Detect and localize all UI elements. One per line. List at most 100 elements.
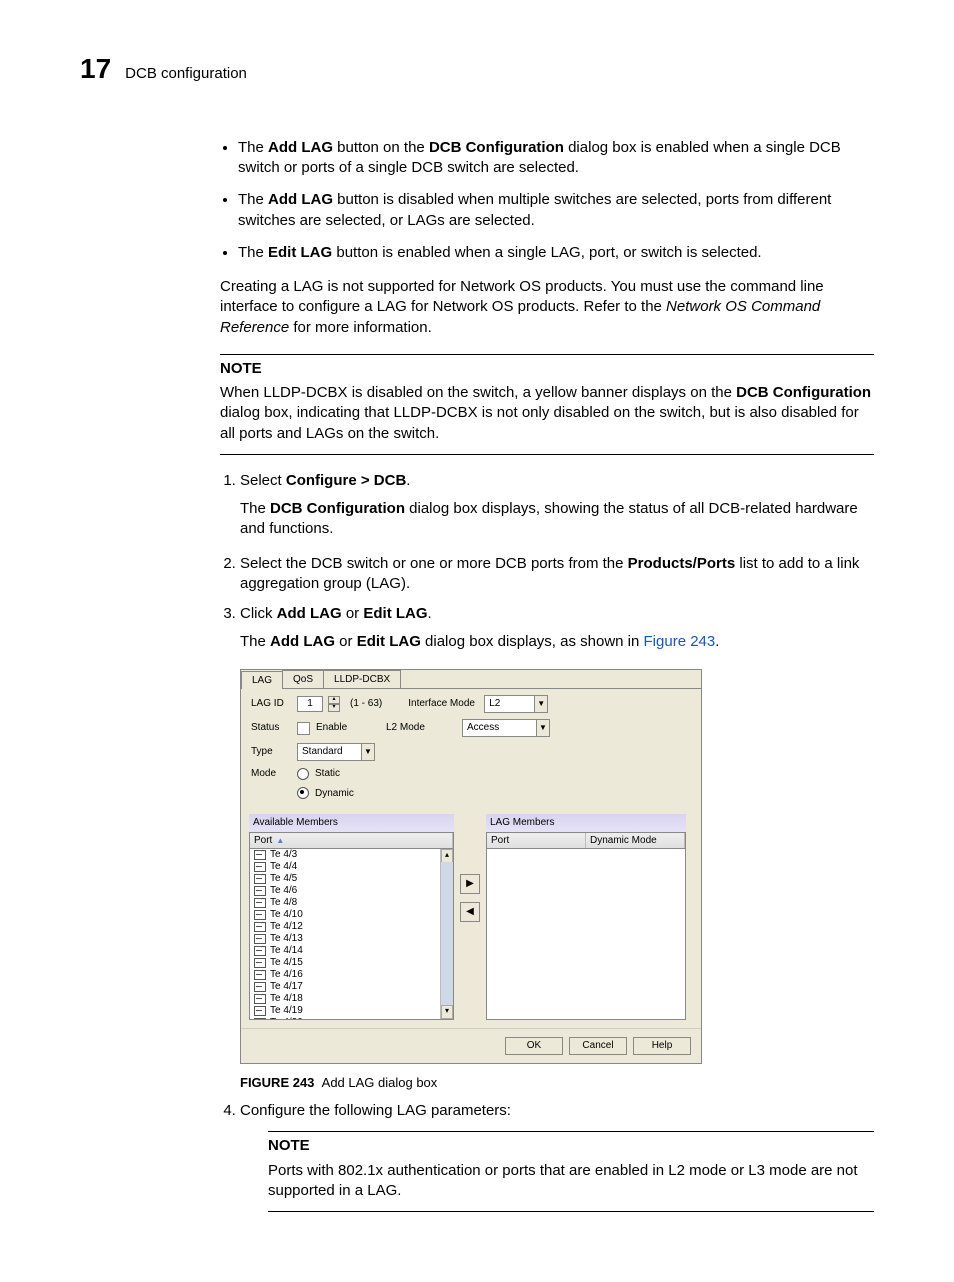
transfer-buttons: ▶ ◀ [460, 814, 480, 922]
port-icon [254, 886, 266, 896]
port-icon [254, 850, 266, 860]
list-item[interactable]: Te 4/20 [250, 1017, 453, 1020]
lag-members-box: LAG Members Port Dynamic Mode [486, 814, 686, 1020]
port-icon [254, 982, 266, 992]
tab-lag[interactable]: LAG [241, 671, 283, 690]
type-label: Type [251, 745, 291, 759]
scroll-up-icon[interactable]: ▴ [441, 849, 453, 863]
list-item[interactable]: Te 4/3 [250, 849, 453, 861]
mode-static-label: Static [315, 767, 340, 781]
mode-dynamic-radio[interactable] [297, 787, 309, 799]
list-item[interactable]: Te 4/18 [250, 993, 453, 1005]
mode-dynamic-label: Dynamic [315, 787, 354, 801]
lag-members-title: LAG Members [486, 814, 686, 832]
note-1-label: NOTE [220, 359, 874, 379]
iface-mode-label: Interface Mode [408, 697, 478, 711]
note-2-body: Ports with 802.1x authentication or port… [268, 1161, 874, 1202]
help-button[interactable]: Help [633, 1037, 691, 1055]
list-item[interactable]: Te 4/8 [250, 897, 453, 909]
step-4: Configure the following LAG parameters: … [240, 1101, 874, 1212]
port-icon [254, 994, 266, 1004]
add-lag-dialog: LAG QoS LLDP-DCBX LAG ID 1 ▴▾ (1 - 63) I… [240, 669, 702, 1064]
content: The Add LAG button on the DCB Configurat… [220, 138, 874, 1212]
cancel-button[interactable]: Cancel [569, 1037, 627, 1055]
step-1-sub: The DCB Configuration dialog box display… [240, 499, 874, 540]
step-2: Select the DCB switch or one or more DCB… [240, 554, 874, 595]
chevron-down-icon: ▼ [534, 696, 547, 712]
available-members-header: Port▲ [249, 832, 454, 849]
list-item[interactable]: Te 4/19 [250, 1005, 453, 1017]
available-members-list[interactable]: Te 4/3Te 4/4Te 4/5Te 4/6Te 4/8Te 4/10Te … [249, 848, 454, 1020]
port-icon [254, 970, 266, 980]
list-item[interactable]: Te 4/5 [250, 873, 453, 885]
port-icon [254, 958, 266, 968]
step-3: Click Add LAG or Edit LAG. The Add LAG o… [240, 604, 874, 1091]
dialog-tabs: LAG QoS LLDP-DCBX [241, 670, 701, 690]
note2-rule-top [268, 1131, 874, 1132]
step-1: Select Configure > DCB. The DCB Configur… [240, 471, 874, 540]
lag-members-header: Port Dynamic Mode [486, 832, 686, 849]
lag-id-spinner[interactable]: ▴▾ [328, 696, 340, 712]
list-item[interactable]: Te 4/4 [250, 861, 453, 873]
list-item[interactable]: Te 4/13 [250, 933, 453, 945]
available-port-col[interactable]: Port▲ [250, 833, 453, 849]
note-2: NOTE Ports with 802.1x authentication or… [268, 1131, 874, 1212]
intro-paragraph: Creating a LAG is not supported for Netw… [220, 277, 874, 338]
page-header: 17 DCB configuration [80, 50, 874, 88]
note-rule-top [220, 354, 874, 355]
move-left-button[interactable]: ◀ [460, 902, 480, 922]
iface-mode-select[interactable]: L2 ▼ [484, 695, 548, 713]
ok-button[interactable]: OK [505, 1037, 563, 1055]
sort-asc-icon: ▲ [276, 836, 284, 845]
steps: Select Configure > DCB. The DCB Configur… [220, 471, 874, 1212]
chevron-down-icon: ▼ [361, 744, 374, 760]
bullet-2: The Add LAG button is disabled when mult… [238, 190, 874, 231]
list-item[interactable]: Te 4/6 [250, 885, 453, 897]
status-label: Status [251, 721, 291, 735]
lag-port-col[interactable]: Port [487, 833, 586, 849]
available-members-box: Available Members Port▲ Te 4/3Te 4/4Te 4… [249, 814, 454, 1020]
page-title: DCB configuration [125, 64, 247, 84]
port-icon [254, 946, 266, 956]
scrollbar[interactable]: ▴ ▾ [440, 849, 453, 1019]
lag-id-label: LAG ID [251, 697, 291, 711]
lag-id-range: (1 - 63) [350, 697, 382, 711]
lag-dynmode-col[interactable]: Dynamic Mode [586, 833, 685, 849]
chevron-down-icon: ▼ [536, 720, 549, 736]
port-icon [254, 862, 266, 872]
lists-row: Available Members Port▲ Te 4/3Te 4/4Te 4… [241, 814, 701, 1028]
list-item[interactable]: Te 4/14 [250, 945, 453, 957]
list-item[interactable]: Te 4/10 [250, 909, 453, 921]
port-icon [254, 1006, 266, 1016]
figure-caption: FIGURE 243 Add LAG dialog box [240, 1074, 874, 1092]
mode-label: Mode [251, 767, 291, 781]
port-icon [254, 910, 266, 920]
l2-mode-label: L2 Mode [386, 721, 456, 735]
port-icon [254, 922, 266, 932]
tab-qos[interactable]: QoS [282, 670, 324, 689]
bullet-3: The Edit LAG button is enabled when a si… [238, 243, 874, 263]
bullet-list: The Add LAG button on the DCB Configurat… [220, 138, 874, 263]
bullet-1: The Add LAG button on the DCB Configurat… [238, 138, 874, 179]
list-item[interactable]: Te 4/12 [250, 921, 453, 933]
note-2-label: NOTE [268, 1136, 874, 1156]
move-right-button[interactable]: ▶ [460, 874, 480, 894]
list-item[interactable]: Te 4/15 [250, 957, 453, 969]
lag-id-input[interactable]: 1 [297, 696, 323, 712]
mode-static-radio[interactable] [297, 768, 309, 780]
list-item[interactable]: Te 4/17 [250, 981, 453, 993]
available-members-title: Available Members [249, 814, 454, 832]
port-icon [254, 1018, 266, 1020]
status-checkbox-label: Enable [316, 721, 366, 735]
tab-lldp-dcbx[interactable]: LLDP-DCBX [323, 670, 401, 689]
dialog-buttons: OK Cancel Help [241, 1028, 701, 1063]
figure-link[interactable]: Figure 243 [644, 633, 716, 650]
type-select[interactable]: Standard ▼ [297, 743, 375, 761]
list-item[interactable]: Te 4/16 [250, 969, 453, 981]
dialog-figure: LAG QoS LLDP-DCBX LAG ID 1 ▴▾ (1 - 63) I… [240, 669, 874, 1092]
lag-members-list[interactable] [486, 848, 686, 1020]
scroll-down-icon[interactable]: ▾ [441, 1005, 453, 1019]
l2-mode-select[interactable]: Access ▼ [462, 719, 550, 737]
page-number: 17 [80, 50, 111, 88]
status-checkbox[interactable] [297, 722, 310, 735]
